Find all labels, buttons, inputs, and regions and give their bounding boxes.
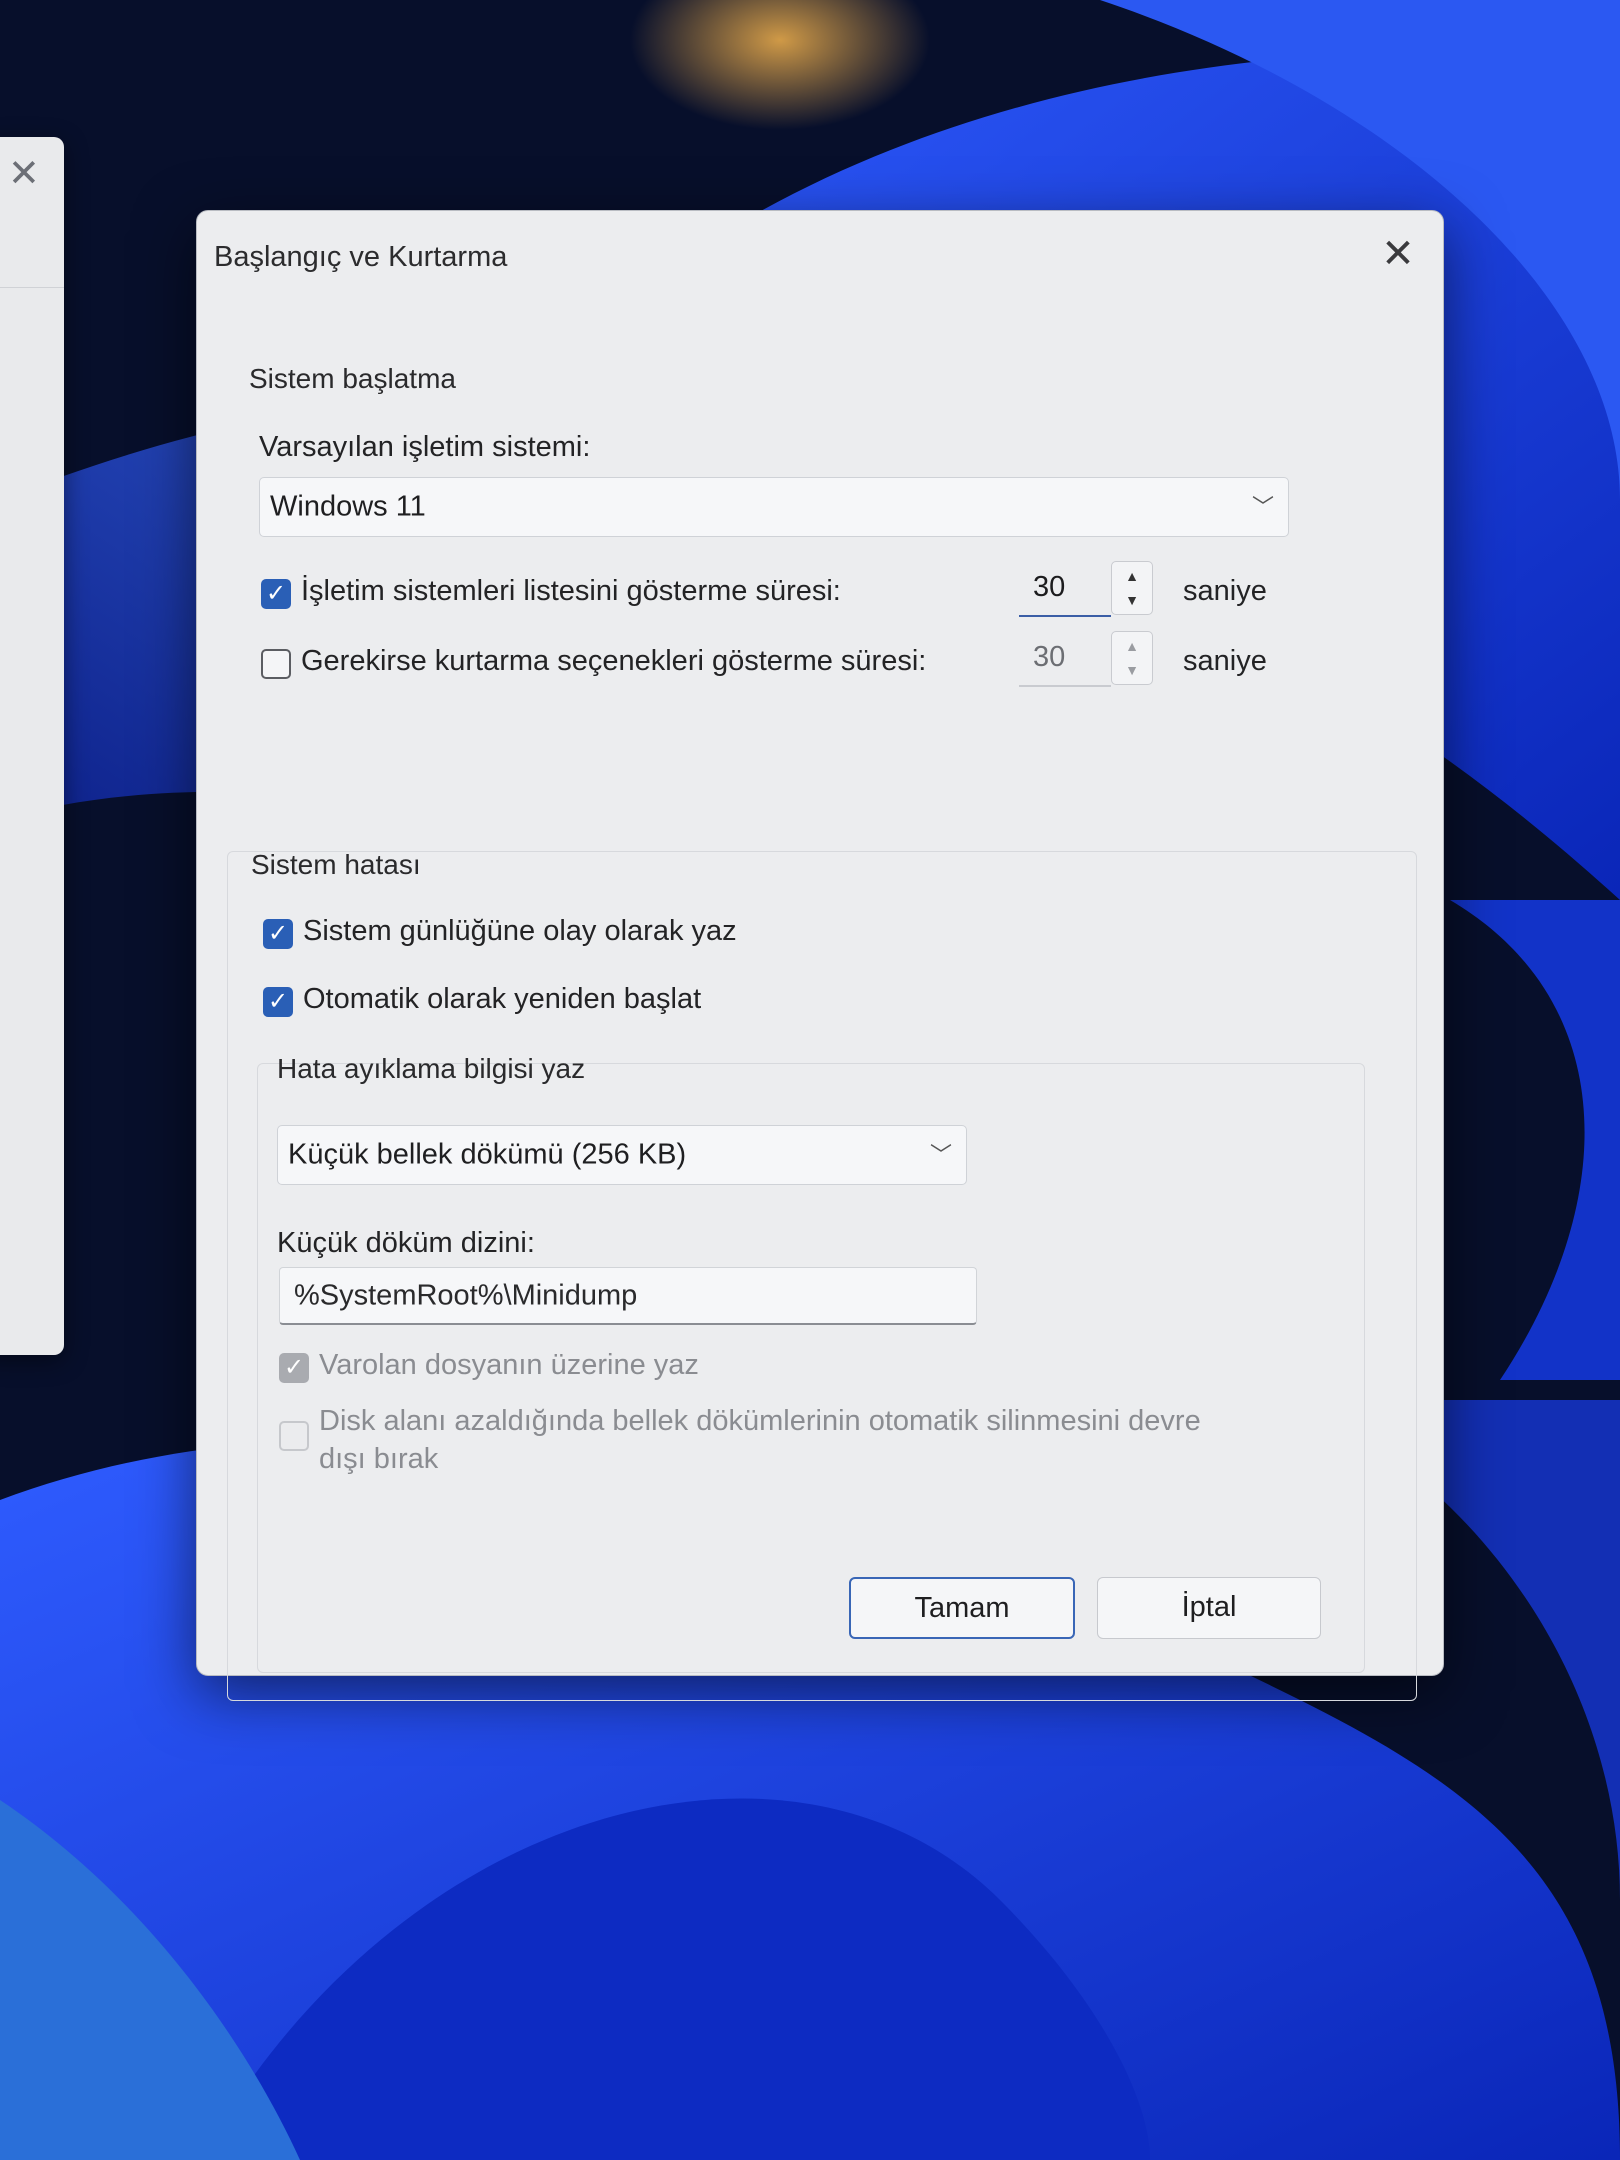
divider xyxy=(0,287,64,288)
disable-auto-delete-label-line1: Disk alanı azaldığında bellek dökümlerin… xyxy=(319,1405,1201,1437)
close-icon[interactable]: ✕ xyxy=(8,155,40,193)
show-os-list-seconds: 30 xyxy=(1033,571,1066,603)
arrow-down-icon[interactable]: ▼ xyxy=(1112,592,1152,608)
spinner-underline xyxy=(1019,685,1111,687)
dump-dir-input[interactable]: %SystemRoot%\Minidump xyxy=(279,1267,977,1325)
spinner-arrows: ▲ ▼ xyxy=(1111,631,1153,685)
checkmark-icon: ✓ xyxy=(267,988,289,1015)
write-event-checkbox[interactable]: ✓ xyxy=(263,919,293,949)
checkmark-icon: ✓ xyxy=(265,580,287,607)
dump-type-value: Küçük bellek dökümü (256 KB) xyxy=(288,1138,687,1171)
arrow-down-icon[interactable]: ▼ xyxy=(1112,662,1152,678)
startup-legend: Sistem başlatma xyxy=(249,363,456,394)
dialog-title: Başlangıç ve Kurtarma xyxy=(214,241,508,273)
show-recovery-seconds: 30 xyxy=(1033,641,1066,673)
arrow-up-icon[interactable]: ▲ xyxy=(1112,638,1152,654)
show-recovery-unit: saniye xyxy=(1183,645,1267,677)
show-os-list-unit: saniye xyxy=(1183,575,1267,607)
default-os-label: Varsayılan işletim sistemi: xyxy=(259,431,591,463)
disable-auto-delete-label-line2: dışı bırak xyxy=(319,1443,439,1475)
show-os-list-checkbox[interactable]: ✓ xyxy=(261,579,291,609)
ok-button[interactable]: Tamam xyxy=(849,1577,1075,1639)
failure-legend: Sistem hatası xyxy=(251,849,421,880)
arrow-up-icon[interactable]: ▲ xyxy=(1112,568,1152,584)
write-event-label: Sistem günlüğüne olay olarak yaz xyxy=(303,915,737,947)
overwrite-checkbox[interactable]: ✓ xyxy=(279,1353,309,1383)
disable-auto-delete-checkbox[interactable] xyxy=(279,1421,309,1451)
checkmark-icon: ✓ xyxy=(267,920,289,947)
spinner-underline xyxy=(1019,615,1111,617)
debug-info-legend: Hata ayıklama bilgisi yaz xyxy=(277,1053,586,1084)
chevron-down-icon: ﹀ xyxy=(929,1142,952,1168)
overwrite-label: Varolan dosyanın üzerine yaz xyxy=(319,1349,699,1381)
dump-dir-label: Küçük döküm dizini: xyxy=(277,1227,535,1259)
background-window: ✕ xyxy=(0,137,64,1355)
checkmark-icon: ✓ xyxy=(283,1354,305,1381)
show-os-list-label: İşletim sistemleri listesini gösterme sü… xyxy=(301,575,841,607)
dump-type-select[interactable]: Küçük bellek dökümü (256 KB) ﹀ xyxy=(277,1125,967,1185)
cancel-button[interactable]: İptal xyxy=(1097,1577,1321,1639)
close-button[interactable]: ✕ xyxy=(1373,229,1423,279)
show-recovery-spinner[interactable]: 30 ▲ ▼ xyxy=(1019,629,1159,687)
startup-recovery-dialog: Başlangıç ve Kurtarma ✕ Sistem başlatma … xyxy=(196,210,1444,1701)
default-os-value: Windows 11 xyxy=(270,490,426,523)
close-icon: ✕ xyxy=(1381,232,1415,276)
show-recovery-label: Gerekirse kurtarma seçenekleri gösterme … xyxy=(301,645,927,677)
auto-restart-checkbox[interactable]: ✓ xyxy=(263,987,293,1017)
dump-dir-value: %SystemRoot%\Minidump xyxy=(294,1279,638,1311)
show-os-list-spinner[interactable]: 30 ▲ ▼ xyxy=(1019,559,1159,617)
auto-restart-label: Otomatik olarak yeniden başlat xyxy=(303,983,702,1015)
spinner-arrows: ▲ ▼ xyxy=(1111,561,1153,615)
chevron-down-icon: ﹀ xyxy=(1251,494,1274,520)
show-recovery-checkbox[interactable] xyxy=(261,649,291,679)
default-os-select[interactable]: Windows 11 ﹀ xyxy=(259,477,1289,537)
